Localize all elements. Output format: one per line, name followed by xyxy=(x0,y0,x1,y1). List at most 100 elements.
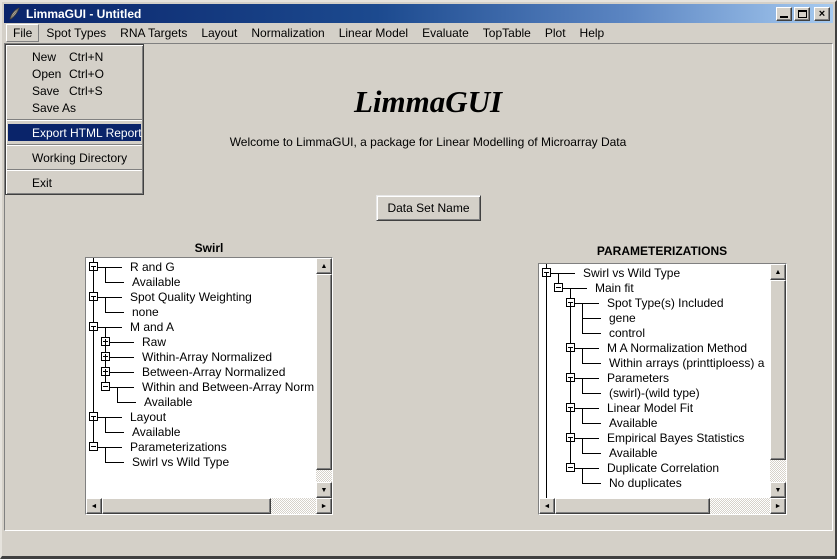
menubar-item-layout[interactable]: Layout xyxy=(194,24,244,42)
horizontal-scroll-thumb[interactable] xyxy=(555,498,710,514)
tree-item-label[interactable]: Duplicate Correlation xyxy=(607,461,719,476)
tree-row[interactable]: Available xyxy=(88,395,316,410)
tree-row[interactable]: Linear Model Fit xyxy=(541,401,770,416)
tree-lines xyxy=(112,455,124,470)
file-menu-item-exit[interactable]: Exit xyxy=(8,174,141,191)
horizontal-scroll-track[interactable] xyxy=(102,498,316,514)
tree-item-label[interactable]: Swirl vs Wild Type xyxy=(132,455,229,470)
menubar-item-help[interactable]: Help xyxy=(573,24,612,42)
menubar-item-rna-targets[interactable]: RNA Targets xyxy=(113,24,194,42)
menubar-item-normalization[interactable]: Normalization xyxy=(244,24,331,42)
file-menu-item-save[interactable]: SaveCtrl+S xyxy=(8,82,141,99)
scroll-left-button[interactable]: ◄ xyxy=(86,498,102,514)
scroll-up-button[interactable]: ▲ xyxy=(770,264,786,280)
tree-row[interactable]: R and G xyxy=(88,260,316,275)
maximize-button[interactable] xyxy=(794,7,810,21)
vertical-scroll-track[interactable] xyxy=(316,274,332,482)
tree-item-label[interactable]: Parameters xyxy=(607,371,669,386)
tree-row[interactable]: Within and Between-Array Norm xyxy=(88,380,316,395)
tree-item-label[interactable]: Available xyxy=(609,416,657,431)
tree-item-label[interactable]: Available xyxy=(132,275,180,290)
tree-row[interactable]: Available xyxy=(541,416,770,431)
minimize-button[interactable] xyxy=(776,7,792,21)
scroll-down-button[interactable]: ▼ xyxy=(770,482,786,498)
tree-row[interactable]: Empirical Bayes Statistics xyxy=(541,431,770,446)
tree-item-label[interactable]: Parameterizations xyxy=(130,440,227,455)
tree-row[interactable]: Parameterizations xyxy=(88,440,316,455)
collapse-minus-icon[interactable] xyxy=(89,442,98,451)
scroll-right-button[interactable]: ► xyxy=(316,498,332,514)
menubar-item-toptable[interactable]: TopTable xyxy=(476,24,538,42)
tree-row[interactable]: Within-Array Normalized xyxy=(88,350,316,365)
tree-row[interactable]: M A Normalization Method xyxy=(541,341,770,356)
tree-item-label[interactable]: Layout xyxy=(130,410,166,425)
tree-row[interactable]: Layout xyxy=(88,410,316,425)
tree-item-label[interactable]: gene xyxy=(609,311,636,326)
tree-row[interactable]: Swirl vs Wild Type xyxy=(88,455,316,470)
tree-item-label[interactable]: Within and Between-Array Norm xyxy=(142,380,314,395)
vertical-scroll-thumb[interactable] xyxy=(770,280,786,460)
menubar-item-file[interactable]: File xyxy=(6,24,39,42)
horizontal-scroll-track[interactable] xyxy=(555,498,770,514)
collapse-minus-icon[interactable] xyxy=(554,283,563,292)
tree-row[interactable]: Spot Quality Weighting xyxy=(88,290,316,305)
tree-item-label[interactable]: Available xyxy=(132,425,180,440)
tree-row[interactable]: M and A xyxy=(88,320,316,335)
tree-item-label[interactable]: Between-Array Normalized xyxy=(142,365,285,380)
horizontal-scroll-thumb[interactable] xyxy=(102,498,271,514)
tree-item-label[interactable]: Spot Quality Weighting xyxy=(130,290,252,305)
tree-row[interactable]: Within arrays (printtiploess) a xyxy=(541,356,770,371)
tree-item-label[interactable]: Raw xyxy=(142,335,166,350)
scroll-right-button[interactable]: ► xyxy=(770,498,786,514)
file-menu-item-export-html-report[interactable]: Export HTML Report xyxy=(8,124,141,141)
file-menu-item-save-as[interactable]: Save As xyxy=(8,99,141,116)
tree-item-label[interactable]: Available xyxy=(144,395,192,410)
tree-item-label[interactable]: Empirical Bayes Statistics xyxy=(607,431,744,446)
tree-item-label[interactable]: Spot Type(s) Included xyxy=(607,296,724,311)
vertical-scroll-thumb[interactable] xyxy=(316,274,332,470)
tree-row[interactable]: Parameters xyxy=(541,371,770,386)
tree-row[interactable]: (swirl)-(wild type) xyxy=(541,386,770,401)
menubar-item-linear-model[interactable]: Linear Model xyxy=(332,24,415,42)
file-menu-item-new[interactable]: NewCtrl+N xyxy=(8,48,141,65)
tree-row[interactable]: Available xyxy=(88,275,316,290)
close-button[interactable]: × xyxy=(814,7,830,21)
tree-row[interactable]: Duplicate Correlation xyxy=(541,461,770,476)
tree-row[interactable]: Available xyxy=(541,446,770,461)
tree-row[interactable]: Raw xyxy=(88,335,316,350)
collapse-minus-icon[interactable] xyxy=(101,382,110,391)
tree-item-label[interactable]: Main fit xyxy=(595,281,634,296)
tree-item-label[interactable]: M A Normalization Method xyxy=(607,341,747,356)
menubar-item-plot[interactable]: Plot xyxy=(538,24,573,42)
tree-row[interactable]: No duplicates xyxy=(541,476,770,491)
tree-item-label[interactable]: (swirl)-(wild type) xyxy=(609,386,700,401)
tree-row[interactable]: Available xyxy=(88,425,316,440)
tree-row[interactable]: Swirl vs Wild Type xyxy=(541,266,770,281)
file-menu-item-open[interactable]: OpenCtrl+O xyxy=(8,65,141,82)
tree-row[interactable]: Spot Type(s) Included xyxy=(541,296,770,311)
tree-item-label[interactable]: Swirl vs Wild Type xyxy=(583,266,680,281)
collapse-minus-icon[interactable] xyxy=(566,463,575,472)
tree-item-label[interactable]: M and A xyxy=(130,320,174,335)
tree-item-label[interactable]: Available xyxy=(609,446,657,461)
tree-item-label[interactable]: Within-Array Normalized xyxy=(142,350,272,365)
tree-item-label[interactable]: control xyxy=(609,326,645,341)
menubar-item-spot-types[interactable]: Spot Types xyxy=(39,24,113,42)
tree-item-label[interactable]: Linear Model Fit xyxy=(607,401,693,416)
tree-row[interactable]: none xyxy=(88,305,316,320)
tree-row[interactable]: Between-Array Normalized xyxy=(88,365,316,380)
data-set-name-button[interactable]: Data Set Name xyxy=(376,195,481,221)
tree-row[interactable]: gene xyxy=(541,311,770,326)
tree-row[interactable]: Main fit xyxy=(541,281,770,296)
tree-item-label[interactable]: Within arrays (printtiploess) a xyxy=(609,356,764,371)
tree-item-label[interactable]: none xyxy=(132,305,159,320)
scroll-left-button[interactable]: ◄ xyxy=(539,498,555,514)
menubar-item-evaluate[interactable]: Evaluate xyxy=(415,24,476,42)
vertical-scroll-track[interactable] xyxy=(770,280,786,482)
scroll-down-button[interactable]: ▼ xyxy=(316,482,332,498)
tree-row[interactable]: control xyxy=(541,326,770,341)
tree-item-label[interactable]: No duplicates xyxy=(609,476,682,491)
scroll-up-button[interactable]: ▲ xyxy=(316,258,332,274)
tree-item-label[interactable]: R and G xyxy=(130,260,175,275)
file-menu-item-working-directory[interactable]: Working Directory xyxy=(8,149,141,166)
